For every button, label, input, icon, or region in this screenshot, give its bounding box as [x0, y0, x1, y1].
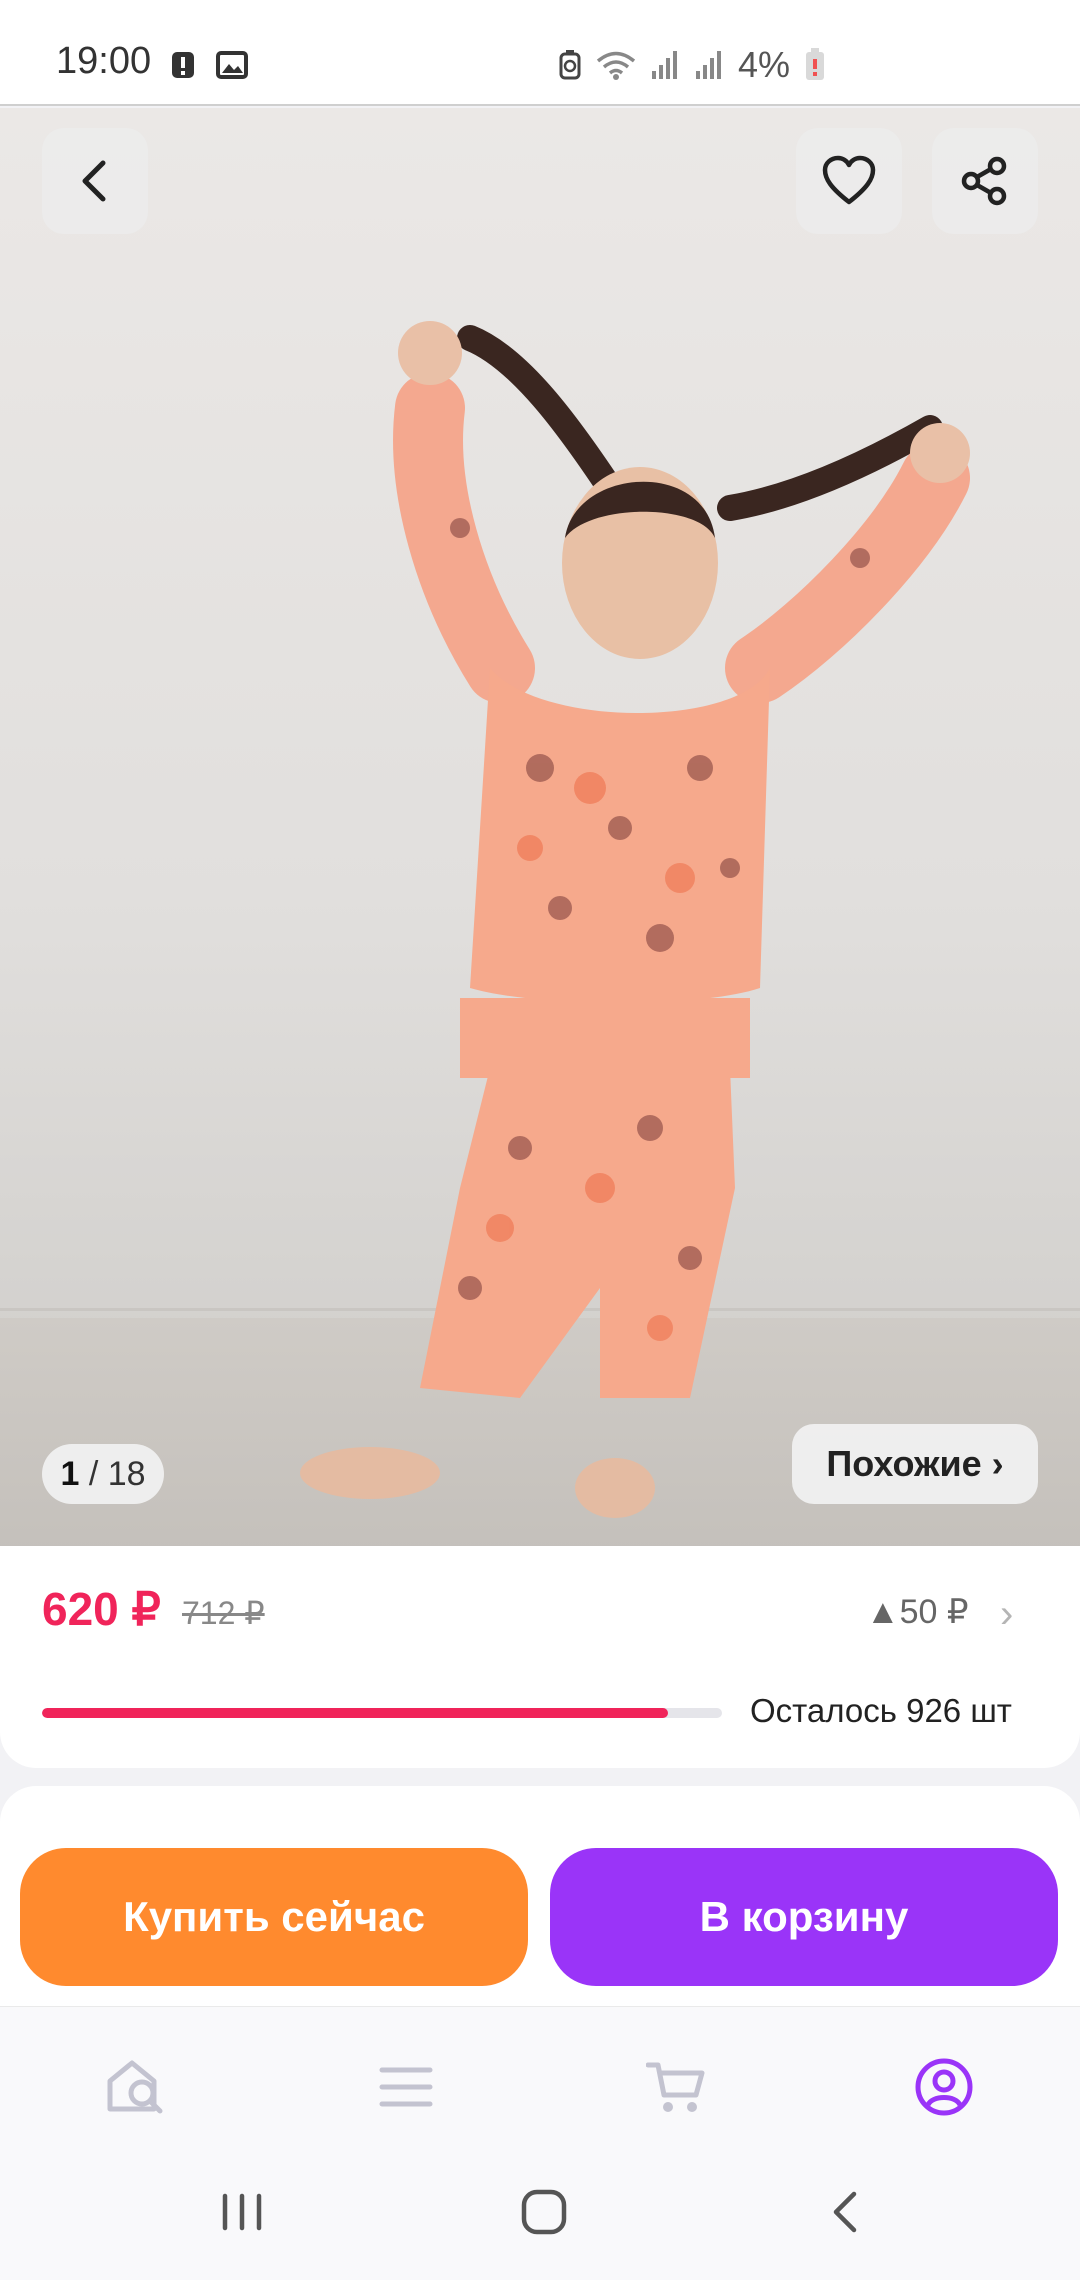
- share-button[interactable]: [932, 128, 1038, 234]
- catalog-icon: [379, 2067, 433, 2107]
- tab-catalog[interactable]: [374, 2055, 438, 2119]
- system-nav-bar: [0, 2156, 1080, 2280]
- status-time: 19:00: [56, 40, 152, 82]
- home-button[interactable]: [514, 2182, 574, 2242]
- current-price: 620 ₽: [42, 1583, 161, 1635]
- points-link[interactable]: ▲50 ₽ ›: [866, 1592, 1013, 1636]
- stock-progress-fill: [42, 1708, 668, 1718]
- back-arrow-icon: [833, 2191, 857, 2233]
- image-pager: 1 / 18: [42, 1444, 164, 1504]
- signal-icon: [696, 51, 721, 79]
- home-icon: [521, 2189, 567, 2235]
- similar-button[interactable]: Похожие ›: [792, 1424, 1038, 1504]
- status-bar: 19:00 4%: [0, 0, 1080, 106]
- buy-now-button[interactable]: Купить сейчас: [20, 1848, 528, 1986]
- status-right-icons: 4%: [558, 44, 826, 86]
- tab-home-search[interactable]: [104, 2055, 168, 2119]
- bottom-tab-bar: [0, 2006, 1080, 2156]
- alert-icon: [172, 52, 194, 78]
- image-icon: [216, 51, 248, 79]
- recent-apps-button[interactable]: [212, 2182, 272, 2242]
- battery-saver-icon: [559, 50, 581, 80]
- cart-icon: [646, 2062, 705, 2112]
- wifi-icon: [596, 51, 636, 80]
- share-icon: [961, 156, 1007, 206]
- signal-icon: [652, 51, 677, 79]
- chevron-left-icon: [82, 160, 106, 202]
- product-image[interactable]: 1 / 18 Похожие ›: [0, 108, 1080, 1546]
- product-photo-child-in-pajamas: [300, 321, 970, 1518]
- pager-current: 1: [60, 1454, 80, 1493]
- tab-profile[interactable]: [912, 2055, 976, 2119]
- pager-total: / 18: [88, 1454, 146, 1493]
- product-page: 19:00 4% 1 / 18 Похожие › 620 ₽ 712 ₽ ▲5…: [0, 0, 1080, 2280]
- favorite-button[interactable]: [796, 128, 902, 234]
- stock-remaining: Осталось 926 шт: [750, 1692, 1012, 1729]
- recent-apps-icon: [222, 2193, 262, 2231]
- profile-icon: [915, 2058, 973, 2116]
- stock-progress-bar: [42, 1708, 722, 1718]
- old-price: 712 ₽: [182, 1595, 265, 1631]
- add-to-cart-button[interactable]: В корзину: [550, 1848, 1058, 1986]
- price-card: 620 ₽ 712 ₽ ▲50 ₽ › Осталось 926 шт: [0, 1546, 1080, 1768]
- tab-cart[interactable]: [644, 2055, 708, 2119]
- points-value: ▲50 ₽: [866, 1593, 969, 1631]
- home-search-icon: [107, 2060, 163, 2114]
- back-button[interactable]: [42, 128, 148, 234]
- heart-icon: [822, 155, 876, 205]
- chevron-right-icon: ›: [1000, 1592, 1014, 1636]
- system-back-button[interactable]: [816, 2182, 876, 2242]
- status-left-icons: [170, 50, 248, 80]
- battery-percent: 4%: [738, 44, 791, 85]
- battery-icon: [806, 48, 825, 80]
